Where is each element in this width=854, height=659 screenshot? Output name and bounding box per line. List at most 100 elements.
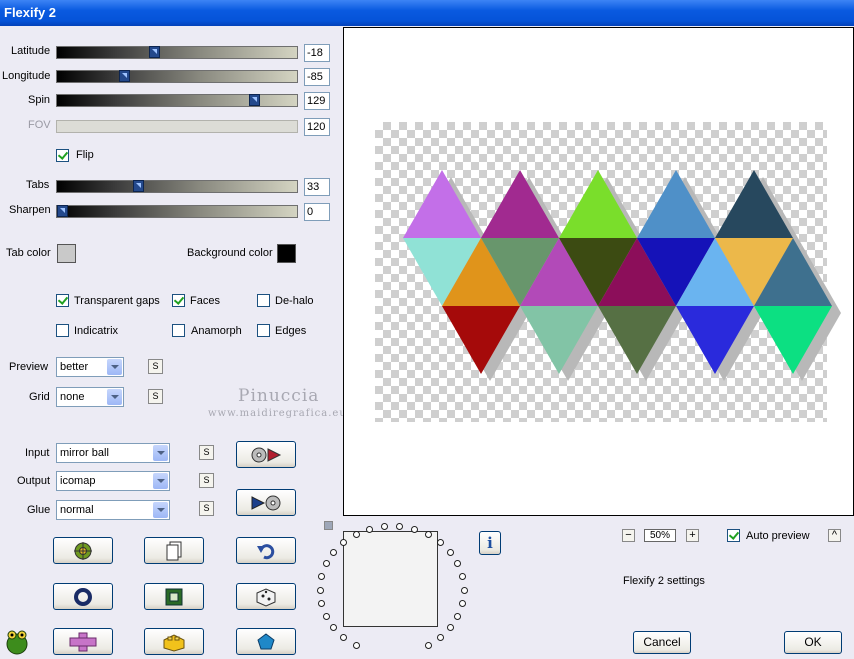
dial-dot[interactable] bbox=[381, 523, 388, 530]
dial-dot[interactable] bbox=[447, 549, 454, 556]
dial-dot[interactable] bbox=[318, 573, 325, 580]
frog-icon[interactable] bbox=[4, 626, 30, 656]
tab-color-swatch[interactable] bbox=[57, 244, 76, 263]
grid-s-button[interactable]: S bbox=[148, 389, 163, 404]
dial-dot[interactable] bbox=[437, 634, 444, 641]
output-film-button[interactable] bbox=[236, 489, 296, 516]
tabs-slider[interactable] bbox=[56, 180, 298, 193]
brick-button[interactable] bbox=[144, 628, 204, 655]
sharpen-slider[interactable] bbox=[56, 205, 298, 218]
input-s-button[interactable]: S bbox=[199, 445, 214, 460]
spin-value[interactable]: 129 bbox=[304, 92, 330, 110]
dial-dot[interactable] bbox=[454, 560, 461, 567]
cross-button[interactable] bbox=[53, 628, 113, 655]
info-button[interactable]: i bbox=[479, 531, 501, 555]
chevron-down-icon[interactable] bbox=[153, 445, 168, 461]
glue-select[interactable]: normal bbox=[56, 500, 170, 520]
zoom-level: 50% bbox=[644, 529, 676, 542]
longitude-slider-thumb[interactable] bbox=[119, 70, 130, 82]
dial-dot[interactable] bbox=[330, 624, 337, 631]
latitude-slider[interactable] bbox=[56, 46, 298, 59]
spin-label: Spin bbox=[28, 94, 51, 106]
cancel-button[interactable]: Cancel bbox=[633, 631, 691, 654]
indicatrix-checkbox[interactable] bbox=[56, 324, 69, 337]
new-button[interactable] bbox=[144, 537, 204, 564]
sharpen-slider-thumb[interactable] bbox=[57, 205, 68, 217]
dial-dot[interactable] bbox=[411, 526, 418, 533]
icomap-preview bbox=[403, 170, 841, 381]
output-select[interactable]: icomap bbox=[56, 471, 170, 491]
preview-s-button[interactable]: S bbox=[148, 359, 163, 374]
icomap-face bbox=[637, 170, 715, 238]
dial-dot[interactable] bbox=[461, 587, 468, 594]
navigator-thumbnail[interactable] bbox=[343, 531, 438, 627]
zoom-in-button[interactable]: + bbox=[686, 529, 699, 542]
tabs-value[interactable]: 33 bbox=[304, 178, 330, 196]
longitude-slider[interactable] bbox=[56, 70, 298, 83]
edges-label: Edges bbox=[275, 325, 307, 337]
dial-dot[interactable] bbox=[340, 539, 347, 546]
longitude-value[interactable]: -85 bbox=[304, 68, 330, 86]
zoom-out-button[interactable]: − bbox=[622, 529, 635, 542]
collapse-button[interactable]: ^ bbox=[828, 529, 841, 542]
ring-button[interactable] bbox=[53, 583, 113, 610]
pentagon-button[interactable] bbox=[236, 628, 296, 655]
input-select[interactable]: mirror ball bbox=[56, 443, 170, 463]
sharpen-value[interactable]: 0 bbox=[304, 203, 330, 221]
preview-pane[interactable] bbox=[343, 27, 854, 516]
latitude-value[interactable]: -18 bbox=[304, 44, 330, 62]
icomap-face bbox=[715, 170, 793, 238]
window-title: Flexify 2 bbox=[4, 5, 57, 20]
faces-label: Faces bbox=[190, 295, 220, 307]
preview-select[interactable]: better bbox=[56, 357, 124, 377]
flip-checkbox[interactable] bbox=[56, 149, 69, 162]
cross-icon bbox=[69, 632, 97, 651]
transparent-gaps-checkbox[interactable] bbox=[56, 294, 69, 307]
dial-dot[interactable] bbox=[353, 531, 360, 538]
ok-button[interactable]: OK bbox=[784, 631, 842, 654]
dial-dot[interactable] bbox=[323, 560, 330, 567]
glue-s-button[interactable]: S bbox=[199, 501, 214, 516]
auto-preview-checkbox[interactable] bbox=[727, 529, 740, 542]
square-icon bbox=[165, 588, 183, 605]
tabs-slider-thumb[interactable] bbox=[133, 180, 144, 192]
input-film-button[interactable] bbox=[236, 441, 296, 468]
grid-select-value: none bbox=[60, 391, 85, 403]
dial-dot[interactable] bbox=[330, 549, 337, 556]
dial-dot[interactable] bbox=[459, 573, 466, 580]
dial-dot[interactable] bbox=[366, 526, 373, 533]
grid-select[interactable]: none bbox=[56, 387, 124, 407]
output-s-button[interactable]: S bbox=[199, 473, 214, 488]
de-halo-checkbox[interactable] bbox=[257, 294, 270, 307]
dial-dot[interactable] bbox=[317, 587, 324, 594]
anamorph-checkbox[interactable] bbox=[172, 324, 185, 337]
chevron-down-icon[interactable] bbox=[153, 473, 168, 489]
chevron-down-icon[interactable] bbox=[107, 389, 122, 405]
fov-slider bbox=[56, 120, 298, 133]
dial-dot[interactable] bbox=[353, 642, 360, 649]
random-button[interactable] bbox=[236, 583, 296, 610]
spin-slider-thumb[interactable] bbox=[249, 94, 260, 106]
dial-dot[interactable] bbox=[425, 531, 432, 538]
dial-dot[interactable] bbox=[437, 539, 444, 546]
latitude-slider-thumb[interactable] bbox=[149, 46, 160, 58]
dial-dot[interactable] bbox=[454, 613, 461, 620]
undo-button[interactable] bbox=[236, 537, 296, 564]
spin-slider[interactable] bbox=[56, 94, 298, 107]
dial-dot[interactable] bbox=[447, 624, 454, 631]
faces-checkbox[interactable] bbox=[172, 294, 185, 307]
dial-dot[interactable] bbox=[459, 600, 466, 607]
dial-dot[interactable] bbox=[323, 613, 330, 620]
square-button[interactable] bbox=[144, 583, 204, 610]
dial-dot[interactable] bbox=[318, 600, 325, 607]
dial-dot[interactable] bbox=[396, 523, 403, 530]
icomap-face bbox=[403, 170, 481, 238]
chevron-down-icon[interactable] bbox=[107, 359, 122, 375]
dial-handle[interactable] bbox=[324, 521, 333, 530]
dial-dot[interactable] bbox=[425, 642, 432, 649]
background-color-swatch[interactable] bbox=[277, 244, 296, 263]
settings-button[interactable] bbox=[53, 537, 113, 564]
edges-checkbox[interactable] bbox=[257, 324, 270, 337]
dial-dot[interactable] bbox=[340, 634, 347, 641]
chevron-down-icon[interactable] bbox=[153, 502, 168, 518]
